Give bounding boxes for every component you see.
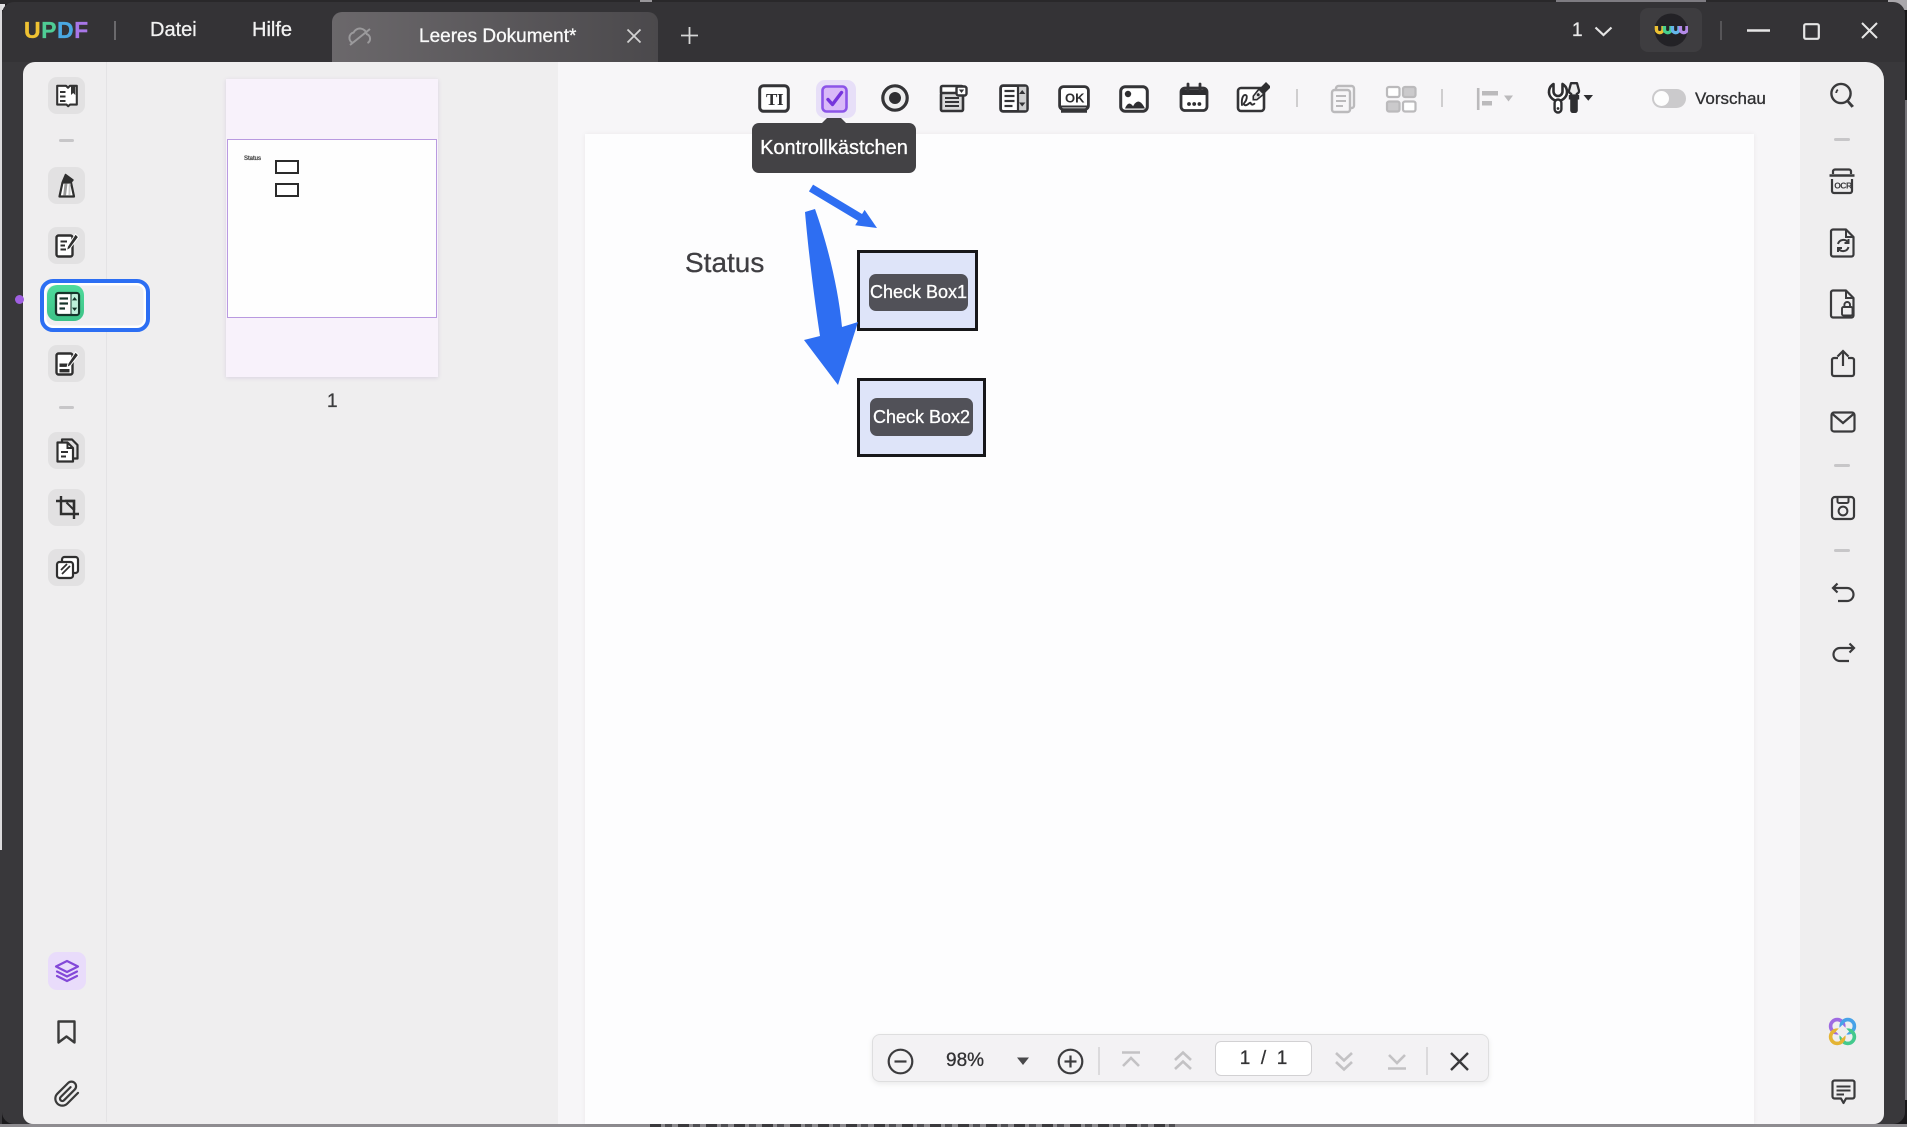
svg-text:OK: OK [1065, 91, 1085, 106]
svg-text:OCR: OCR [1834, 181, 1852, 191]
svg-text:I: I [777, 90, 784, 109]
